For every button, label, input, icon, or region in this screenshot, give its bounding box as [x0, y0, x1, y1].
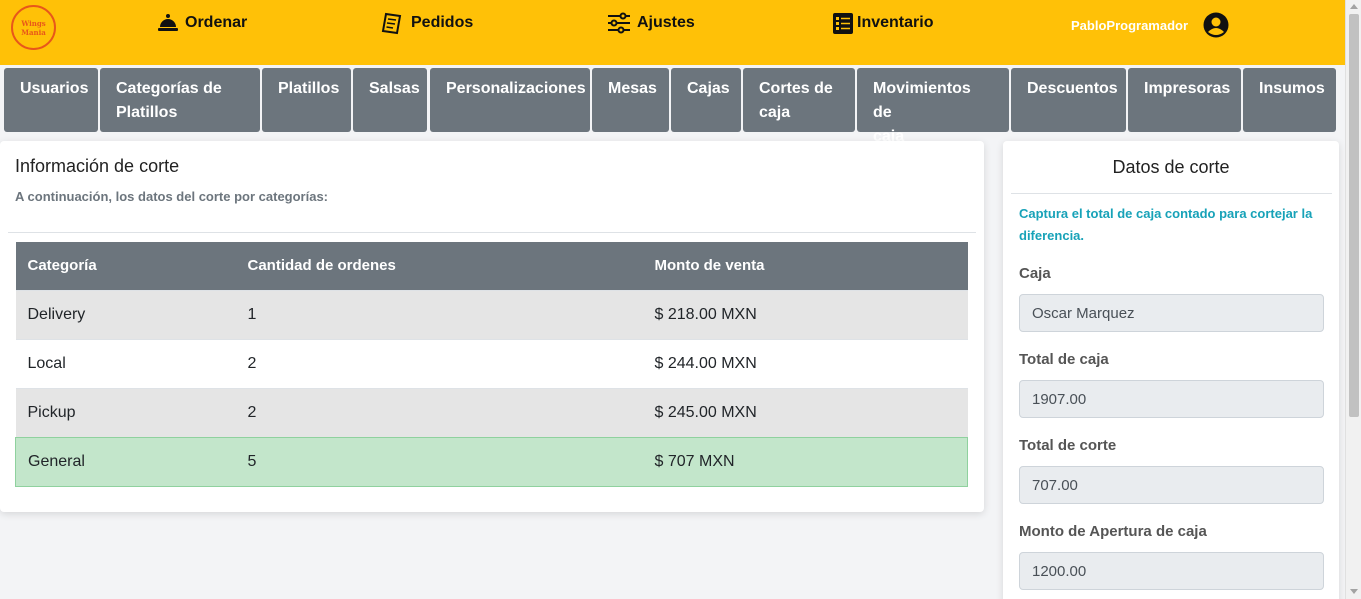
cell-category: Local — [15, 338, 236, 388]
tab-label: Mesas — [608, 80, 657, 97]
user-menu[interactable]: PabloProgramador — [1071, 12, 1229, 38]
tab-cortes-caja[interactable]: Cortes de caja — [743, 68, 855, 132]
table-header-row: Categoría Cantidad de ordenes Monto de v… — [15, 242, 968, 290]
tab-label: Insumos — [1259, 80, 1325, 97]
total-corte-field[interactable] — [1019, 466, 1324, 504]
tab-label: Platillos — [278, 80, 340, 97]
cell-amount: $ 245.00 MXN — [642, 387, 968, 437]
nav-inventory-label: Inventario — [857, 14, 934, 31]
table-row-total: General 5 $ 707 MXN — [15, 436, 968, 487]
cell-count: 2 — [235, 338, 643, 388]
cut-info-subtitle: A continuación, los datos del corte por … — [15, 189, 329, 204]
tab-label: Usuarios — [20, 80, 89, 97]
divider — [8, 232, 976, 233]
field-label-monto-apertura: Monto de Apertura de caja — [1019, 523, 1207, 540]
receipt-icon — [381, 12, 402, 35]
cell-count: 1 — [235, 289, 643, 339]
divider — [1011, 193, 1332, 194]
tab-descuentos[interactable]: Descuentos — [1011, 68, 1126, 132]
field-label-total-caja: Total de caja — [1019, 351, 1109, 368]
tab-label: Movimientos de — [873, 80, 971, 121]
cut-data-card: Datos de corte Captura el total de caja … — [1003, 141, 1339, 599]
top-navbar: Wings Mania Ordenar Pedidos Ajustes Inve… — [0, 0, 1345, 65]
cell-amount: $ 244.00 MXN — [642, 338, 968, 388]
scroll-up-icon[interactable] — [1350, 4, 1358, 9]
cut-table: Categoría Cantidad de ordenes Monto de v… — [15, 242, 968, 487]
tab-categorias-platillos[interactable]: Categorías de Platillos — [100, 68, 260, 132]
tab-label-line2: Platillos — [116, 104, 178, 121]
cut-data-info: Captura el total de caja contado para co… — [1019, 206, 1313, 243]
user-avatar-icon — [1203, 12, 1229, 38]
tab-label-line2: caja — [759, 104, 791, 121]
table-row: Pickup 2 $ 245.00 MXN — [15, 387, 968, 437]
tab-label: Cajas — [687, 80, 730, 97]
user-name: PabloProgramador — [1071, 17, 1189, 33]
cell-amount: $ 218.00 MXN — [642, 289, 968, 339]
nav-orders-label: Pedidos — [411, 14, 474, 31]
tab-label: Cortes de — [759, 80, 833, 97]
cell-category: Delivery — [15, 289, 236, 339]
tab-label: Personalizaciones — [446, 80, 586, 97]
table-row: Local 2 $ 244.00 MXN — [15, 338, 968, 388]
tab-personalizaciones[interactable]: Personalizaciones — [430, 68, 590, 132]
cut-info-card: Información de corte A continuación, los… — [0, 141, 984, 512]
nav-orders-link[interactable]: Pedidos — [381, 11, 473, 35]
nav-order-label: Ordenar — [185, 14, 248, 31]
nav-settings-label: Ajustes — [637, 14, 695, 31]
cut-info-title: Información de corte — [15, 156, 180, 176]
total-caja-field[interactable] — [1019, 380, 1324, 418]
nav-settings-link[interactable]: Ajustes — [607, 11, 695, 35]
tab-label: Descuentos — [1027, 80, 1118, 97]
cut-data-title: Datos de corte — [1112, 157, 1230, 177]
brand-logo[interactable]: Wings Mania — [11, 5, 56, 50]
tab-cajas[interactable]: Cajas — [671, 68, 741, 132]
field-label-caja: Caja — [1019, 265, 1051, 282]
tab-salsas[interactable]: Salsas — [353, 68, 427, 132]
tab-impresoras[interactable]: Impresoras — [1128, 68, 1241, 132]
caja-field[interactable] — [1019, 294, 1324, 332]
tab-mesas[interactable]: Mesas — [592, 68, 669, 132]
cell-amount: $ 707 MXN — [642, 436, 968, 487]
cell-count: 5 — [235, 436, 643, 487]
field-label-total-corte: Total de corte — [1019, 437, 1117, 454]
nav-order-link[interactable]: Ordenar — [157, 11, 247, 35]
nav-inventory-link[interactable]: Inventario — [831, 11, 933, 35]
table-row: Delivery 1 $ 218.00 MXN — [15, 289, 968, 339]
monto-apertura-field[interactable] — [1019, 552, 1324, 590]
logo-text-line2: Mania — [21, 27, 46, 37]
tab-usuarios[interactable]: Usuarios — [4, 68, 98, 132]
cell-count: 2 — [235, 387, 643, 437]
clipboard-list-icon — [833, 13, 853, 34]
cell-category: Pickup — [15, 387, 236, 437]
cell-category: General — [15, 436, 236, 487]
logo-text-line1: Wings — [21, 18, 46, 28]
column-header-amount: Monto de venta — [642, 242, 968, 290]
scroll-thumb[interactable] — [1349, 14, 1359, 417]
sliders-icon — [608, 12, 630, 34]
tab-insumos[interactable]: Insumos — [1243, 68, 1336, 132]
tab-label: Impresoras — [1144, 80, 1231, 97]
service-bell-icon — [158, 14, 178, 31]
column-header-count: Cantidad de ordenes — [235, 242, 643, 290]
tab-label: Categorías de — [116, 80, 222, 97]
tab-platillos[interactable]: Platillos — [262, 68, 351, 132]
scroll-down-icon[interactable] — [1350, 589, 1358, 594]
tab-label: Salsas — [369, 80, 420, 97]
page-scrollbar[interactable] — [1345, 0, 1361, 599]
column-header-category: Categoría — [15, 242, 236, 290]
tab-movimientos-caja[interactable]: Movimientos de caja — [857, 68, 1009, 145]
